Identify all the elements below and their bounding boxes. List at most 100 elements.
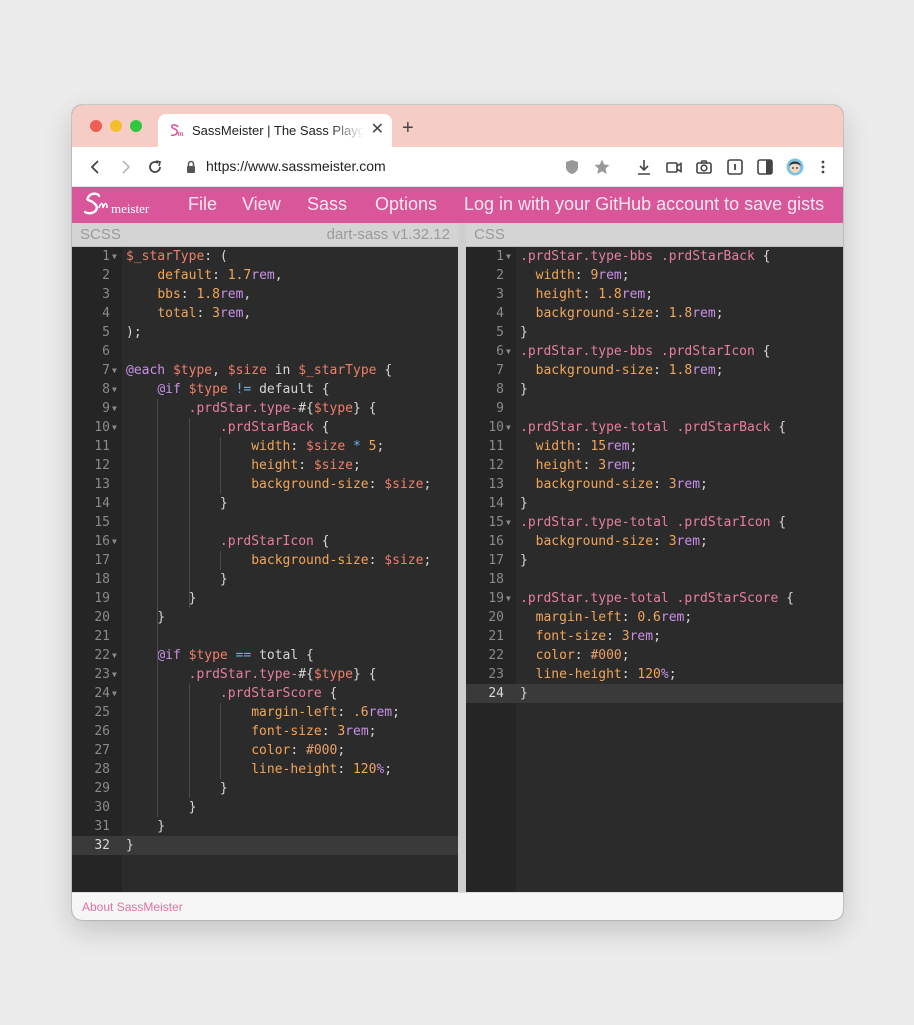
css-line[interactable]: 11 width: 15rem; [466, 437, 843, 456]
scss-line[interactable]: 28 line-height: 120%; [72, 760, 458, 779]
fold-arrow-icon[interactable]: ▼ [506, 342, 511, 361]
scss-line[interactable]: 11 width: $size * 5; [72, 437, 458, 456]
css-line[interactable]: 8} [466, 380, 843, 399]
scss-line[interactable]: 1 ▼ $_starType: ( [72, 247, 458, 266]
fold-arrow-icon[interactable]: ▼ [112, 399, 117, 418]
scss-line[interactable]: 19 } [72, 589, 458, 608]
scss-line[interactable]: 14 } [72, 494, 458, 513]
video-icon[interactable] [665, 158, 683, 176]
css-line[interactable]: 4 background-size: 1.8rem; [466, 304, 843, 323]
info-icon[interactable] [726, 158, 744, 176]
url-field[interactable]: https://www.sassmeister.com [206, 158, 386, 174]
css-line[interactable]: 1 ▼ .prdStar.type-bbs .prdStarBack { [466, 247, 843, 266]
nav-github-login[interactable]: Log in with your GitHub account to save … [464, 194, 824, 215]
css-line[interactable]: 9 [466, 399, 843, 418]
css-line[interactable]: 22 color: #000; [466, 646, 843, 665]
nav-file[interactable]: File [188, 194, 217, 215]
css-line[interactable]: 3 height: 1.8rem; [466, 285, 843, 304]
fold-arrow-icon[interactable]: ▼ [112, 361, 117, 380]
scss-line[interactable]: 32} [72, 836, 458, 855]
maximize-window-button[interactable] [130, 120, 142, 132]
css-line[interactable]: 10 ▼ .prdStar.type-total .prdStarBack { [466, 418, 843, 437]
scss-line[interactable]: 10 ▼ .prdStarBack { [72, 418, 458, 437]
scss-line[interactable]: 21 [72, 627, 458, 646]
fold-arrow-icon[interactable]: ▼ [112, 247, 117, 266]
scss-line[interactable]: 20 } [72, 608, 458, 627]
sass-engine-version[interactable]: dart-sass v1.32.12 [327, 226, 450, 243]
css-line[interactable]: 2 width: 9rem; [466, 266, 843, 285]
browser-tab[interactable]: SassMeister | The Sass Playground! ✕ [158, 114, 392, 147]
scss-line[interactable]: 22 ▼ @if $type == total { [72, 646, 458, 665]
scss-line[interactable]: 13 background-size: $size; [72, 475, 458, 494]
css-line[interactable]: 23 line-height: 120%; [466, 665, 843, 684]
nav-sass[interactable]: Sass [307, 194, 347, 215]
scss-line[interactable]: 3 bbs: 1.8rem, [72, 285, 458, 304]
css-line[interactable]: 7 background-size: 1.8rem; [466, 361, 843, 380]
scss-line[interactable]: 6 [72, 342, 458, 361]
css-line[interactable]: 5} [466, 323, 843, 342]
lock-icon[interactable] [182, 158, 200, 176]
css-line[interactable]: 14} [466, 494, 843, 513]
fold-arrow-icon[interactable]: ▼ [112, 380, 117, 399]
scss-line[interactable]: 12 height: $size; [72, 456, 458, 475]
reload-icon[interactable] [146, 158, 164, 176]
scss-line[interactable]: 23 ▼ .prdStar.type-#{$type} { [72, 665, 458, 684]
scss-line[interactable]: 7 ▼ @each $type, $size in $_starType { [72, 361, 458, 380]
scss-line[interactable]: 17 background-size: $size; [72, 551, 458, 570]
scss-line[interactable]: 8 ▼ @if $type != default { [72, 380, 458, 399]
scss-line[interactable]: 9 ▼ .prdStar.type-#{$type} { [72, 399, 458, 418]
fold-arrow-icon[interactable]: ▼ [112, 684, 117, 703]
nav-options[interactable]: Options [375, 194, 437, 215]
fold-arrow-icon[interactable]: ▼ [112, 665, 117, 684]
css-line[interactable]: 12 height: 3rem; [466, 456, 843, 475]
star-icon[interactable] [593, 158, 611, 176]
camera-icon[interactable] [695, 158, 713, 176]
scss-line[interactable]: 25 margin-left: .6rem; [72, 703, 458, 722]
minimize-window-button[interactable] [110, 120, 122, 132]
sidebar-icon[interactable] [756, 158, 774, 176]
css-line[interactable]: 18 [466, 570, 843, 589]
css-line[interactable]: 21 font-size: 3rem; [466, 627, 843, 646]
css-line[interactable]: 19 ▼ .prdStar.type-total .prdStarScore { [466, 589, 843, 608]
close-window-button[interactable] [90, 120, 102, 132]
profile-avatar-icon[interactable] [786, 158, 804, 176]
scss-line[interactable]: 16 ▼ .prdStarIcon { [72, 532, 458, 551]
css-output-editor[interactable]: 1 ▼ .prdStar.type-bbs .prdStarBack {2 widt… [466, 247, 843, 892]
scss-line[interactable]: 15 [72, 513, 458, 532]
fold-arrow-icon[interactable]: ▼ [506, 418, 511, 437]
fold-arrow-icon[interactable]: ▼ [506, 589, 511, 608]
css-line[interactable]: 24} [466, 684, 843, 703]
shield-icon[interactable] [563, 158, 581, 176]
scss-line[interactable]: 30 } [72, 798, 458, 817]
forward-arrow-icon[interactable] [116, 158, 134, 176]
scss-line[interactable]: 4 total: 3rem, [72, 304, 458, 323]
scss-editor[interactable]: 1 ▼ $_starType: (2 default: 1.7rem, 3 bbs: … [72, 247, 458, 892]
scss-line[interactable]: 2 default: 1.7rem, [72, 266, 458, 285]
fold-arrow-icon[interactable]: ▼ [112, 418, 117, 437]
css-line[interactable]: 6 ▼ .prdStar.type-bbs .prdStarIcon { [466, 342, 843, 361]
back-arrow-icon[interactable] [87, 158, 105, 176]
nav-view[interactable]: View [242, 194, 281, 215]
scss-line[interactable]: 29 } [72, 779, 458, 798]
css-line[interactable]: 13 background-size: 3rem; [466, 475, 843, 494]
new-tab-button[interactable]: + [402, 118, 414, 138]
scss-line[interactable]: 26 font-size: 3rem; [72, 722, 458, 741]
fold-arrow-icon[interactable]: ▼ [506, 247, 511, 266]
fold-arrow-icon[interactable]: ▼ [112, 646, 117, 665]
css-line[interactable]: 17} [466, 551, 843, 570]
about-sassmeister-link[interactable]: About SassMeister [82, 900, 183, 914]
fold-arrow-icon[interactable]: ▼ [112, 532, 117, 551]
scss-line[interactable]: 27 color: #000; [72, 741, 458, 760]
sassmeister-logo[interactable]: meister [81, 190, 161, 220]
fold-arrow-icon[interactable]: ▼ [506, 513, 511, 532]
scss-line[interactable]: 5); [72, 323, 458, 342]
download-icon[interactable] [635, 158, 653, 176]
css-line[interactable]: 16 background-size: 3rem; [466, 532, 843, 551]
panel-resize-handle[interactable] [458, 223, 466, 892]
menu-dots-icon[interactable] [814, 158, 832, 176]
scss-line[interactable]: 31 } [72, 817, 458, 836]
scss-line[interactable]: 24 ▼ .prdStarScore { [72, 684, 458, 703]
close-tab-icon[interactable]: ✕ [371, 121, 384, 139]
scss-line[interactable]: 18 } [72, 570, 458, 589]
css-line[interactable]: 15 ▼ .prdStar.type-total .prdStarIcon { [466, 513, 843, 532]
